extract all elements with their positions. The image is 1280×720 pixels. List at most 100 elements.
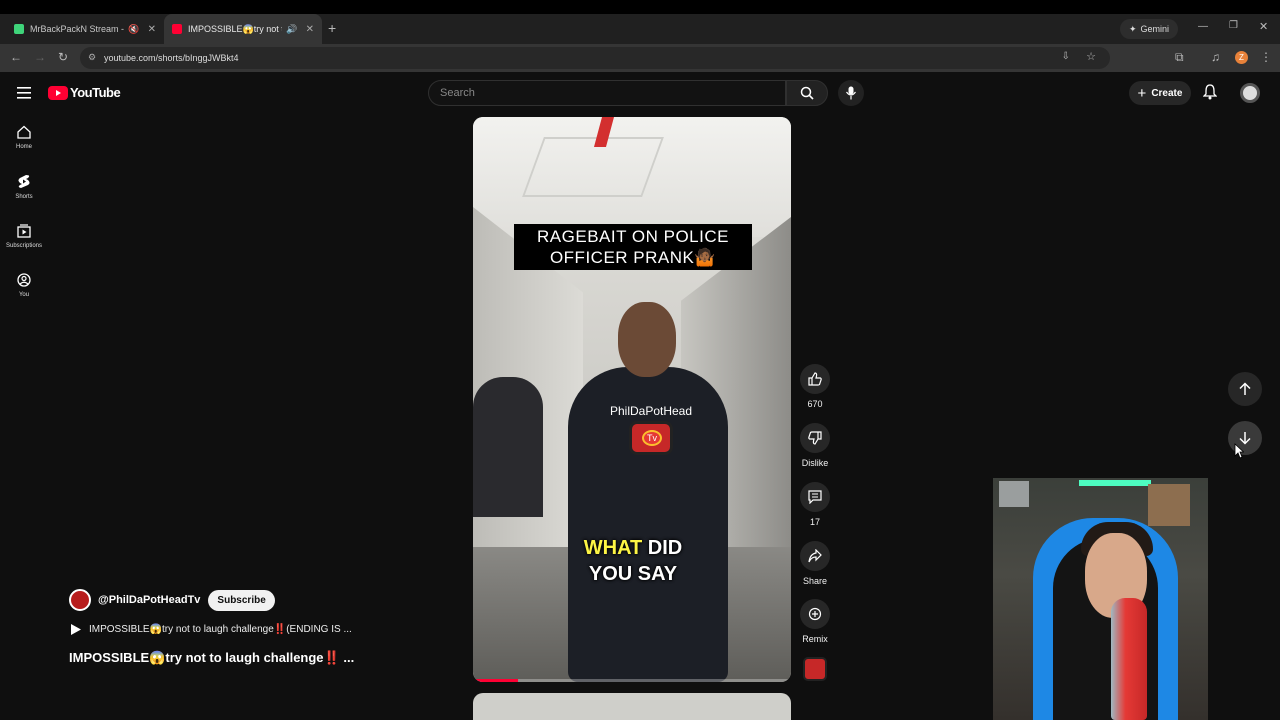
- play-icon: [71, 624, 81, 635]
- search-placeholder: Search: [440, 87, 475, 99]
- sidebar-item-label: Subscriptions: [5, 243, 43, 249]
- restore-icon[interactable]: ❐: [1229, 20, 1238, 31]
- sidebar-item-label: Home: [15, 144, 32, 150]
- video-progress-fill: [473, 679, 518, 682]
- sidebar-item-label: Shorts: [15, 194, 33, 200]
- webcam-neon-light: [1079, 480, 1151, 486]
- watermark-text: PhilDaPotHead: [609, 404, 693, 418]
- dislike-icon: [800, 423, 830, 453]
- streamer-webcam-overlay: [993, 478, 1208, 720]
- search-input[interactable]: Search: [428, 80, 786, 106]
- dislike-label: Dislike: [801, 458, 829, 468]
- video-title[interactable]: IMPOSSIBLE😱try not to laugh challenge‼️ …: [69, 650, 354, 666]
- home-icon: [17, 125, 31, 139]
- shorts-icon: [18, 175, 30, 188]
- sidebar-item-you[interactable]: You: [0, 273, 48, 298]
- mouse-cursor-icon: [1234, 443, 1245, 464]
- caption-word: DID: [642, 537, 683, 559]
- reload-icon[interactable]: ↻: [58, 50, 68, 64]
- browser-menu-icon[interactable]: ⋮: [1260, 50, 1272, 64]
- tv-logo-icon: Tv: [629, 421, 673, 455]
- channel-watermark: PhilDaPotHead Tv: [603, 404, 699, 455]
- back-icon[interactable]: ←: [10, 50, 22, 64]
- webcam-background-poster: [1148, 484, 1190, 526]
- dislike-button[interactable]: Dislike: [798, 423, 832, 468]
- profile-avatar[interactable]: Z: [1235, 51, 1248, 64]
- close-tab-icon[interactable]: ✕: [306, 24, 314, 35]
- gemini-label: Gemini: [1140, 24, 1170, 34]
- tab-title: IMPOSSIBLE😱try not to la: [188, 23, 282, 34]
- notifications-bell-icon[interactable]: [1202, 84, 1218, 105]
- window-top-edge: [0, 0, 1280, 14]
- gemini-icon: ✦: [1129, 23, 1137, 34]
- hamburger-menu-icon[interactable]: [17, 86, 31, 104]
- subscribe-button[interactable]: Subscribe: [208, 589, 275, 611]
- speaker-icon[interactable]: 🔊: [286, 24, 297, 35]
- video-caption: WHAT DID YOU SAY: [533, 535, 733, 587]
- media-control-icon[interactable]: ♫: [1211, 50, 1220, 64]
- video-scene-bystanders: [473, 377, 543, 517]
- comment-icon: [800, 482, 830, 512]
- sidebar-item-subscriptions[interactable]: Subscriptions: [0, 224, 48, 249]
- install-icon[interactable]: ⇩: [1062, 51, 1070, 62]
- youtube-tab-icon: [172, 24, 182, 34]
- search-button[interactable]: [786, 80, 828, 106]
- omnibox-bar: ← → ↻ ⚙ youtube.com/shorts/bInggJWBkt4 ⇩…: [0, 44, 1280, 72]
- search-icon: [800, 86, 814, 100]
- share-label: Share: [802, 576, 828, 586]
- address-bar[interactable]: ⚙ youtube.com/shorts/bInggJWBkt4 ⇩ ☆: [80, 47, 1110, 69]
- gemini-button[interactable]: ✦ Gemini: [1120, 19, 1179, 39]
- close-tab-icon[interactable]: ✕: [148, 24, 156, 35]
- tab-stream[interactable]: MrBackPackN Stream - Wa 🔇 ✕: [6, 14, 164, 44]
- video-progress-track[interactable]: [473, 679, 791, 682]
- sidebar-item-shorts[interactable]: Shorts: [0, 174, 48, 200]
- tv-logo-text: Tv: [642, 430, 662, 446]
- next-short-preview[interactable]: [473, 693, 791, 720]
- kick-icon: [14, 24, 24, 34]
- site-info-icon[interactable]: ⚙: [88, 52, 96, 63]
- microphone-icon: [846, 86, 856, 100]
- tab-strip: MrBackPackN Stream - Wa 🔇 ✕ IMPOSSIBLE😱t…: [0, 14, 1280, 44]
- shorts-video-player[interactable]: RAGEBAIT ON POLICE OFFICER PRANK🤷🏾 PhilD…: [473, 117, 791, 682]
- create-label: Create: [1151, 87, 1183, 99]
- logo-text: YouTube: [70, 85, 121, 100]
- share-icon: [800, 541, 830, 571]
- tab-title: MrBackPackN Stream - Wa: [30, 24, 125, 34]
- plus-icon: +: [1137, 84, 1147, 102]
- account-avatar[interactable]: [1240, 83, 1260, 103]
- extensions-icon[interactable]: ⧉: [1175, 50, 1184, 65]
- caption-line-2: YOU SAY: [588, 563, 678, 585]
- mute-icon[interactable]: 🔇: [128, 24, 139, 35]
- comments-button[interactable]: 17: [798, 482, 832, 527]
- create-button[interactable]: + Create: [1129, 81, 1191, 105]
- voice-search-button[interactable]: [838, 80, 864, 106]
- webcam-background-frame: [999, 481, 1029, 507]
- forward-icon[interactable]: →: [34, 50, 46, 64]
- channel-avatar[interactable]: [69, 589, 91, 611]
- minimize-icon[interactable]: —: [1198, 21, 1208, 32]
- video-description[interactable]: IMPOSSIBLE😱try not to laugh challenge‼️(…: [71, 624, 352, 635]
- youtube-logo[interactable]: YouTube: [48, 85, 121, 100]
- share-button[interactable]: Share: [798, 541, 832, 586]
- caption-highlight: WHAT: [583, 537, 643, 559]
- bookmark-star-icon[interactable]: ☆: [1086, 50, 1096, 63]
- new-tab-button[interactable]: +: [328, 20, 336, 36]
- youtube-play-logo-icon: [48, 85, 68, 100]
- url-text: youtube.com/shorts/bInggJWBkt4: [104, 53, 239, 63]
- remix-label: Remix: [802, 634, 828, 644]
- sound-source-thumbnail[interactable]: [803, 657, 827, 681]
- close-window-icon[interactable]: ✕: [1259, 20, 1268, 33]
- like-count: 670: [807, 399, 823, 409]
- channel-handle[interactable]: @PhilDaPotHeadTv: [98, 594, 200, 606]
- sidebar-item-home[interactable]: Home: [0, 125, 48, 150]
- previous-short-button[interactable]: [1228, 372, 1262, 406]
- remix-button[interactable]: Remix: [798, 599, 832, 644]
- tab-youtube[interactable]: IMPOSSIBLE😱try not to la 🔊 ✕: [164, 14, 322, 44]
- subscriptions-icon: [17, 224, 31, 238]
- like-button[interactable]: 670: [798, 364, 832, 409]
- video-scene-officer-head: [618, 302, 676, 377]
- like-icon: [800, 364, 830, 394]
- channel-info: @PhilDaPotHeadTv Subscribe: [69, 589, 275, 611]
- video-overlay-title: RAGEBAIT ON POLICE OFFICER PRANK🤷🏾: [514, 224, 752, 270]
- youtube-header: YouTube Search + Create: [0, 72, 1280, 114]
